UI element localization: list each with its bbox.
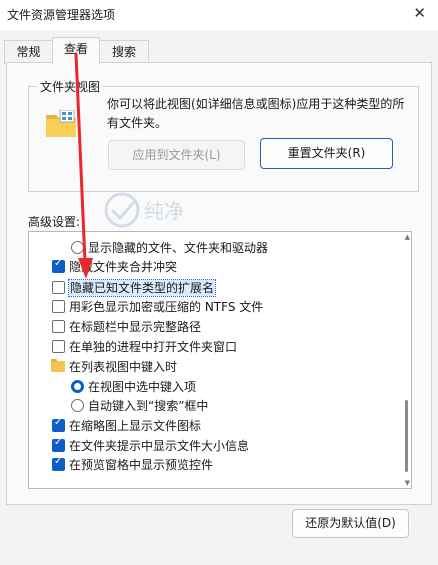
scroll-down-icon[interactable]: ▼ bbox=[405, 479, 410, 487]
settings-item[interactable]: 显示隐藏的文件、文件夹和驱动器 bbox=[29, 238, 399, 258]
checkbox[interactable] bbox=[52, 340, 65, 353]
settings-item-label: 显示隐藏的文件、文件夹和驱动器 bbox=[88, 241, 269, 255]
tab-view[interactable]: 查看 bbox=[52, 37, 100, 64]
checkbox[interactable] bbox=[52, 300, 65, 313]
settings-item-label: 在预览窗格中显示预览控件 bbox=[69, 458, 214, 472]
settings-item-label: 在文件夹提示中显示文件大小信息 bbox=[69, 439, 250, 453]
settings-item-label: 用彩色显示加密或压缩的 NTFS 文件 bbox=[69, 300, 264, 314]
restore-defaults-button[interactable]: 还原为默认值(D) bbox=[292, 509, 409, 538]
settings-item-label: 在视图中选中键入项 bbox=[88, 380, 197, 394]
settings-item[interactable]: 隐藏已知文件类型的扩展名 bbox=[29, 278, 399, 298]
settings-item-label: 隐藏已知文件类型的扩展名 bbox=[67, 279, 217, 297]
checkbox[interactable] bbox=[52, 456, 65, 471]
settings-item[interactable]: 用彩色显示加密或压缩的 NTFS 文件 bbox=[29, 297, 399, 317]
advanced-settings-label: 高级设置: bbox=[28, 215, 81, 229]
folder-grid-icon bbox=[46, 110, 76, 137]
settings-item[interactable]: 在列表视图中键入时 bbox=[29, 357, 399, 377]
checkbox[interactable] bbox=[52, 258, 65, 273]
list-scrollbar[interactable] bbox=[405, 242, 408, 478]
settings-item[interactable]: 在视图中选中键入项 bbox=[29, 377, 399, 397]
settings-item[interactable]: 在预览窗格中显示预览控件 bbox=[29, 455, 399, 475]
tab-search[interactable]: 搜索 bbox=[99, 40, 149, 64]
radio-button[interactable] bbox=[71, 399, 84, 412]
scroll-up-icon[interactable]: ▲ bbox=[405, 233, 410, 241]
settings-item-label: 在单独的进程中打开文件夹窗口 bbox=[69, 340, 238, 354]
settings-item-label: 自动键入到“搜索”框中 bbox=[88, 399, 209, 413]
radio-button[interactable] bbox=[71, 380, 84, 393]
checkbox[interactable] bbox=[52, 437, 65, 452]
folder-views-legend: 文件夹视图 bbox=[37, 78, 104, 95]
settings-item-label: 在列表视图中键入时 bbox=[69, 360, 178, 374]
settings-item[interactable]: 在单独的进程中打开文件夹窗口 bbox=[29, 337, 399, 357]
advanced-settings-list[interactable]: ▲ ▼ 显示隐藏的文件、文件夹和驱动器隐藏文件夹合并冲突隐藏已知文件类型的扩展名… bbox=[28, 231, 412, 489]
settings-item[interactable]: 自动键入到“搜索”框中 bbox=[29, 396, 399, 416]
settings-item-label: 在标题栏中显示完整路径 bbox=[69, 320, 202, 334]
settings-item[interactable]: 隐藏文件夹合并冲突 bbox=[29, 257, 399, 277]
checkbox[interactable] bbox=[52, 320, 65, 333]
tab-general[interactable]: 常规 bbox=[4, 40, 53, 64]
settings-item-label: 隐藏文件夹合并冲突 bbox=[69, 260, 178, 274]
folder-icon bbox=[51, 359, 65, 372]
checkbox[interactable] bbox=[52, 281, 65, 294]
settings-item[interactable]: 在文件夹提示中显示文件大小信息 bbox=[29, 436, 399, 456]
title-bar: 文件资源管理器选项 ✕ bbox=[0, 0, 438, 30]
scrollbar-thumb[interactable] bbox=[405, 400, 408, 472]
folder-views-description: 你可以将此视图(如详细信息或图标)应用于这种类型的所有文件夹。 bbox=[107, 97, 405, 130]
settings-item-label: 在缩略图上显示文件图标 bbox=[69, 419, 202, 433]
settings-item[interactable]: 在缩略图上显示文件图标 bbox=[29, 416, 399, 436]
close-icon[interactable]: ✕ bbox=[413, 4, 426, 22]
radio-button[interactable] bbox=[71, 241, 84, 254]
apply-to-folders-button[interactable]: 应用到文件夹(L) bbox=[108, 140, 245, 170]
checkbox[interactable] bbox=[52, 417, 65, 432]
reset-folders-button[interactable]: 重置文件夹(R) bbox=[260, 138, 393, 169]
settings-item[interactable]: 在标题栏中显示完整路径 bbox=[29, 317, 399, 337]
window-title: 文件资源管理器选项 bbox=[7, 8, 116, 22]
